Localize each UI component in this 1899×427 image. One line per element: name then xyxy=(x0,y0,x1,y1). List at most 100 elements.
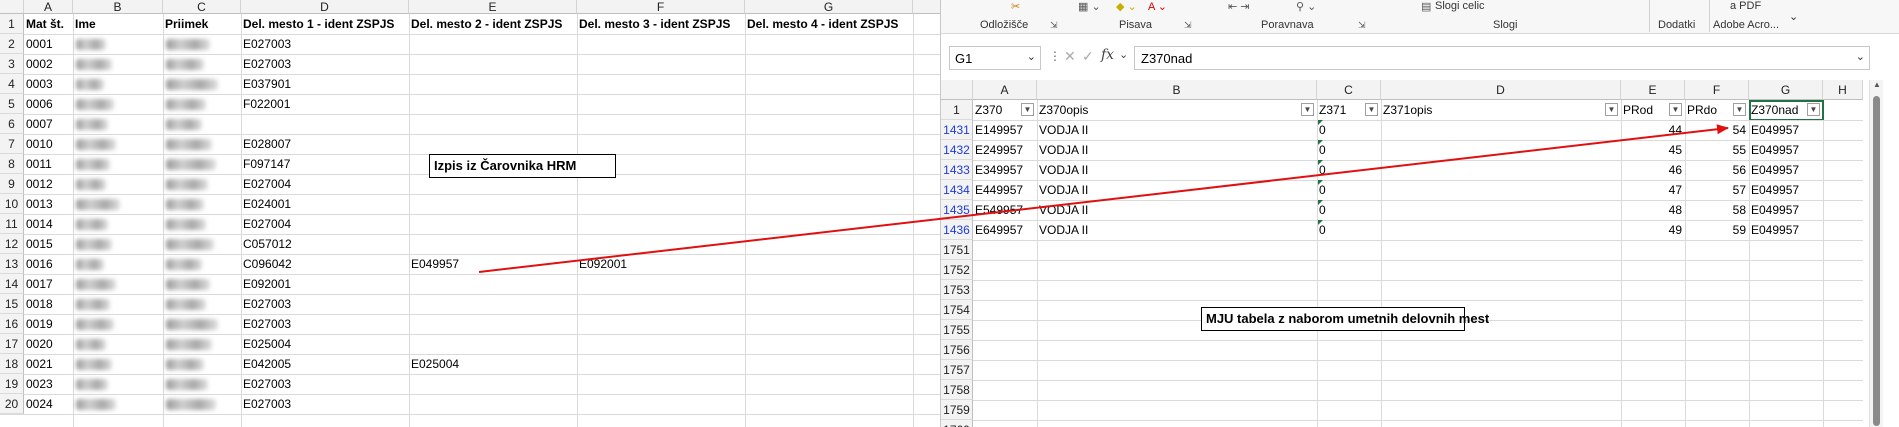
right-cell-z370[interactable]: E249957 xyxy=(973,140,1037,160)
right-cell-z371[interactable]: 0 xyxy=(1317,200,1381,220)
right-note[interactable]: MJU tabela z naborom umetnih delovnih me… xyxy=(1201,307,1489,331)
right-cell-prdo[interactable]: 57 xyxy=(1685,180,1749,200)
left-cell-del2[interactable] xyxy=(409,294,577,314)
filter-dropdown-icon[interactable]: ▼ xyxy=(1021,103,1034,116)
left-cell-del3[interactable] xyxy=(577,94,745,114)
left-cell-del2[interactable] xyxy=(409,54,577,74)
right-row-header[interactable]: 1753 xyxy=(941,280,973,300)
left-cell-mat[interactable]: 0003 xyxy=(24,74,73,94)
left-cell-del2[interactable] xyxy=(409,314,577,334)
right-cell-prod[interactable]: 47 xyxy=(1621,180,1685,200)
left-cell-del3[interactable] xyxy=(577,194,745,214)
right-cell-z370[interactable] xyxy=(973,380,1037,400)
right-row-header[interactable]: 1752 xyxy=(941,260,973,280)
left-cell-mat[interactable]: 0020 xyxy=(24,334,73,354)
left-cell-del2[interactable] xyxy=(409,194,577,214)
right-cell-z370opis[interactable] xyxy=(1037,380,1317,400)
error-indicator-icon[interactable] xyxy=(1318,160,1323,165)
right-header-prdo[interactable]: PRdo xyxy=(1685,100,1733,120)
left-row-header[interactable]: 11 xyxy=(0,214,24,234)
error-indicator-icon[interactable] xyxy=(1318,180,1323,185)
right-cell-z370opis[interactable] xyxy=(1037,420,1317,427)
error-indicator-icon[interactable] xyxy=(1318,220,1323,225)
right-cell-z370[interactable]: E649957 xyxy=(973,220,1037,240)
right-cell-z370[interactable]: E149957 xyxy=(973,120,1037,140)
right-cell-z370opis[interactable] xyxy=(1037,240,1317,260)
right-col-header-g[interactable]: G xyxy=(1749,80,1823,100)
left-cell-mat[interactable]: 0021 xyxy=(24,354,73,374)
left-row-header[interactable]: 6 xyxy=(0,114,24,134)
right-cell-prdo[interactable] xyxy=(1685,360,1749,380)
right-header-prod[interactable]: PRod xyxy=(1621,100,1669,120)
filter-dropdown-icon[interactable]: ▼ xyxy=(1365,103,1378,116)
left-cell-del2[interactable] xyxy=(409,234,577,254)
right-cell-prod[interactable] xyxy=(1621,400,1685,420)
right-cell-z370opis[interactable] xyxy=(1037,260,1317,280)
right-cell-z371[interactable]: 0 xyxy=(1317,160,1381,180)
right-cell-prod[interactable] xyxy=(1621,380,1685,400)
left-cell-del2[interactable]: E049957 xyxy=(409,254,577,274)
right-col-header-e[interactable]: E xyxy=(1621,80,1685,100)
right-header-z371opis[interactable]: Z371opis xyxy=(1381,100,1605,120)
left-col-header-g[interactable]: G xyxy=(745,0,913,14)
right-cell-z370[interactable] xyxy=(973,340,1037,360)
left-cell-del1[interactable]: E027003 xyxy=(241,54,409,74)
left-note[interactable]: Izpis iz Čarovnika HRM xyxy=(429,154,616,178)
left-col-header-e[interactable]: E xyxy=(409,0,577,14)
right-cell-prdo[interactable] xyxy=(1685,400,1749,420)
right-cell-z370nad[interactable] xyxy=(1749,300,1823,320)
right-col-header-c[interactable]: C xyxy=(1317,80,1381,100)
cancel-icon[interactable]: ✕ xyxy=(1064,48,1076,65)
right-col-header-f[interactable]: F xyxy=(1685,80,1749,100)
left-cell-del3[interactable] xyxy=(577,74,745,94)
chevron-down-icon[interactable]: ⌄ xyxy=(1119,48,1128,61)
left-row-header[interactable]: 2 xyxy=(0,34,24,54)
left-cell-del1[interactable]: E042005 xyxy=(241,354,409,374)
left-cell-del2[interactable] xyxy=(409,34,577,54)
right-cell-z370opis[interactable] xyxy=(1037,340,1317,360)
left-row-header[interactable]: 3 xyxy=(0,54,24,74)
left-cell-del2[interactable]: E025004 xyxy=(409,354,577,374)
right-cell-prdo[interactable]: 56 xyxy=(1685,160,1749,180)
right-cell-z371[interactable]: 0 xyxy=(1317,140,1381,160)
left-cell-del1[interactable]: C096042 xyxy=(241,254,409,274)
enter-icon[interactable]: ✓ xyxy=(1082,48,1094,65)
borders-icon[interactable]: ▦ ⌄ xyxy=(1078,0,1101,13)
left-cell-del1[interactable]: E027003 xyxy=(241,394,409,414)
left-cell-mat[interactable]: 0014 xyxy=(24,214,73,234)
left-cell-del3[interactable] xyxy=(577,334,745,354)
left-cell-mat[interactable]: 0002 xyxy=(24,54,73,74)
right-cell-prod[interactable] xyxy=(1621,320,1685,340)
left-cell-del3[interactable] xyxy=(577,34,745,54)
right-cell-prdo[interactable]: 55 xyxy=(1685,140,1749,160)
left-cell-del1[interactable]: F097147 xyxy=(241,154,409,174)
right-cell-z370[interactable] xyxy=(973,320,1037,340)
collapse-ribbon-icon[interactable]: ⌄ xyxy=(1789,10,1798,23)
right-cell-z370nad[interactable]: E049957 xyxy=(1749,220,1823,240)
right-row-header[interactable]: 1 xyxy=(941,100,973,120)
right-cell-z371[interactable]: 0 xyxy=(1317,120,1381,140)
left-header-del4[interactable]: Del. mesto 4 - ident ZSPJS xyxy=(745,14,913,34)
right-cell-z370nad[interactable] xyxy=(1749,320,1823,340)
dialog-launcher-icon[interactable]: ⇲ xyxy=(1184,20,1192,31)
right-cell-prod[interactable]: 44 xyxy=(1621,120,1685,140)
vertical-scrollbar[interactable]: ▲ xyxy=(1869,80,1883,427)
right-cell-prdo[interactable]: 54 xyxy=(1685,120,1749,140)
right-cell-z370nad[interactable]: E049957 xyxy=(1749,120,1823,140)
right-cell-z370opis[interactable] xyxy=(1037,360,1317,380)
left-row-header[interactable]: 12 xyxy=(0,234,24,254)
left-col-header-a[interactable]: A xyxy=(24,0,73,14)
error-indicator-icon[interactable] xyxy=(1318,140,1323,145)
right-cell-z370[interactable] xyxy=(973,420,1037,427)
right-cell-z371[interactable] xyxy=(1317,420,1381,427)
left-cell-mat[interactable]: 0011 xyxy=(24,154,73,174)
right-cell-prdo[interactable] xyxy=(1685,420,1749,427)
left-cell-del1[interactable]: E027003 xyxy=(241,374,409,394)
right-cell-prod[interactable]: 48 xyxy=(1621,200,1685,220)
right-cell-prod[interactable] xyxy=(1621,280,1685,300)
right-row-header[interactable]: 1759 xyxy=(941,400,973,420)
right-cell-z370nad[interactable]: E049957 xyxy=(1749,200,1823,220)
left-col-header-f[interactable]: F xyxy=(577,0,745,14)
left-cell-mat[interactable]: 0015 xyxy=(24,234,73,254)
left-row-header[interactable]: 19 xyxy=(0,374,24,394)
